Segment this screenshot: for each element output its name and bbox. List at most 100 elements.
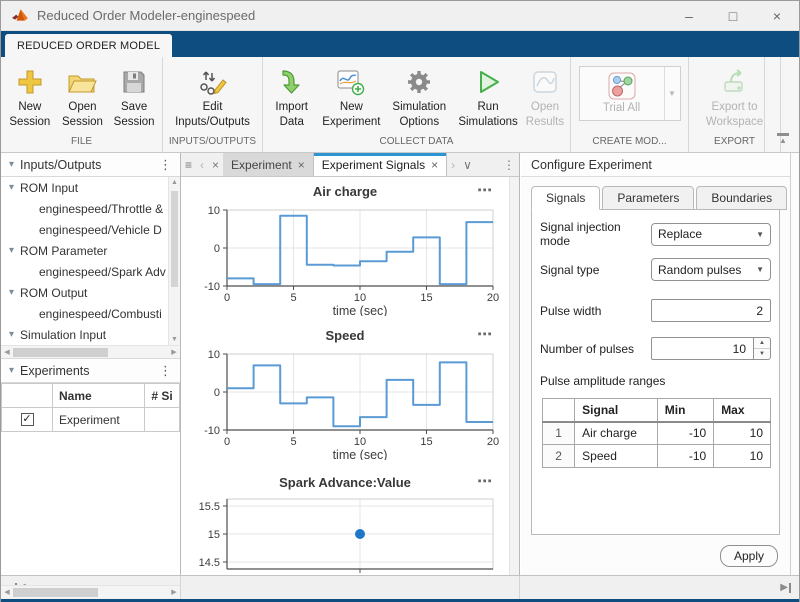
close-button[interactable]: × — [755, 1, 799, 30]
apply-button[interactable]: Apply — [720, 545, 778, 567]
tree-vertical-scrollbar[interactable]: ▲ ▼ — [168, 177, 180, 345]
maximize-button[interactable]: □ — [711, 1, 755, 30]
tab-scroll-right-icon[interactable]: › — [447, 153, 459, 176]
tab-boundaries[interactable]: Boundaries — [696, 186, 787, 210]
import-data-button[interactable]: Import Data — [267, 62, 316, 130]
chart-menu-button[interactable]: ⋯ — [477, 472, 493, 490]
scrollbar-thumb[interactable] — [171, 191, 178, 287]
field-label: Signal injection mode — [540, 220, 651, 248]
new-experiment-button[interactable]: New Experiment — [318, 62, 384, 130]
tab-close-icon[interactable]: × — [208, 153, 223, 176]
kebab-menu-icon[interactable]: ⋮ — [151, 157, 180, 173]
open-session-button[interactable]: Open Session — [57, 62, 109, 130]
signal-type-row: Signal type Random pulses ▼ — [540, 258, 771, 281]
collapse-caret-icon[interactable]: ▾ — [9, 159, 14, 170]
scroll-right-icon[interactable]: ▶ — [168, 588, 180, 596]
configure-experiment-title: Configure Experiment — [521, 153, 790, 177]
experiments-horizontal-scrollbar[interactable]: ◀ ▶ — [1, 585, 180, 598]
experiment-name-cell[interactable]: Experiment — [53, 408, 145, 432]
collapse-right-panel-icon[interactable]: ▶ — [780, 583, 791, 593]
minimize-button[interactable]: – — [667, 1, 711, 30]
scroll-down-icon[interactable]: ▼ — [169, 334, 180, 345]
collapse-ribbon-icon[interactable]: ▲ — [777, 133, 789, 144]
scrollbar-thumb[interactable] — [13, 348, 108, 357]
save-icon — [121, 69, 147, 95]
edit-io-icon — [198, 68, 228, 96]
group-label-file: FILE — [1, 136, 162, 152]
scrollbar-thumb[interactable] — [13, 588, 98, 597]
spinner-down-icon[interactable]: ▼ — [754, 349, 770, 359]
pulse-table-cell[interactable]: 10 — [714, 422, 771, 445]
run-simulations-button[interactable]: Run Simulations — [454, 62, 522, 130]
chart-menu-button[interactable]: ⋯ — [477, 325, 493, 343]
collapse-caret-icon[interactable]: ▾ — [9, 365, 14, 376]
folder-icon — [67, 69, 97, 95]
save-session-button[interactable]: Save Session — [110, 62, 158, 130]
kebab-menu-icon[interactable]: ⋮ — [499, 153, 519, 176]
tab-parameters[interactable]: Parameters — [602, 186, 694, 210]
svg-text:10: 10 — [208, 349, 220, 361]
tree-group-item[interactable]: ▾ROM Parameter — [1, 240, 180, 261]
svg-text:10: 10 — [354, 292, 366, 304]
inputs-outputs-header: ▾ Inputs/Outputs ⋮ — [1, 153, 180, 177]
kebab-menu-icon[interactable]: ⋮ — [151, 363, 180, 379]
tree-leaf-item[interactable]: enginespeed/Throttle & — [1, 198, 180, 219]
chevron-down-icon: ▼ — [756, 230, 764, 239]
document-tab-label: Experiment — [231, 158, 292, 172]
tab-signals[interactable]: Signals — [531, 186, 600, 210]
dropdown-value: Replace — [658, 227, 702, 241]
collapse-caret-icon[interactable]: ▾ — [9, 245, 14, 256]
experiments-column-header: # Si — [145, 384, 180, 408]
edit-inputs-outputs-button[interactable]: Edit Inputs/Outputs — [167, 62, 258, 130]
chart-menu-button[interactable]: ⋯ — [477, 181, 493, 199]
pulse-table-cell[interactable]: Speed — [575, 445, 658, 468]
pulse-table-column-header: Signal — [575, 399, 658, 422]
ribbon-tab-reduced-order-model[interactable]: REDUCED ORDER MODEL — [5, 34, 172, 57]
toolbar-group-file: New Session Open Session Save Session — [1, 57, 163, 152]
signal-type-dropdown[interactable]: Random pulses ▼ — [651, 258, 771, 281]
tree-item-label: ROM Output — [20, 286, 87, 300]
table-row: 1Air charge-1010 — [543, 422, 771, 445]
pulse-table-cell[interactable]: Air charge — [575, 422, 658, 445]
pulse-table-cell[interactable]: -10 — [657, 422, 713, 445]
scroll-left-icon[interactable]: ◀ — [1, 588, 13, 596]
collapse-caret-icon[interactable]: ▾ — [9, 182, 14, 193]
collapse-caret-icon[interactable]: ▾ — [9, 329, 14, 340]
pulse-table-cell[interactable]: -10 — [657, 445, 713, 468]
tree-group-item[interactable]: ▾ROM Input — [1, 177, 180, 198]
scroll-right-icon[interactable]: ▶ — [168, 348, 180, 356]
tree-horizontal-scrollbar[interactable]: ◀ ▶ — [1, 345, 180, 358]
tree-group-item[interactable]: ▾ ROM Output — [1, 282, 180, 303]
tree-leaf-item[interactable]: enginespeed/Vehicle D — [1, 219, 180, 240]
svg-text:-10: -10 — [204, 281, 220, 293]
tree-leaf-item[interactable]: enginespeed/Spark Adv — [1, 261, 180, 282]
matlab-logo-icon — [11, 8, 29, 24]
collapse-caret-icon[interactable]: ▾ — [9, 287, 14, 298]
tree-leaf-item[interactable]: enginespeed/Combusti — [1, 303, 180, 324]
scroll-left-icon[interactable]: ◀ — [1, 348, 13, 356]
tab-list-icon[interactable]: ∨ — [459, 153, 476, 176]
svg-text:0: 0 — [224, 436, 230, 448]
plus-icon — [16, 68, 44, 96]
pulse-width-input[interactable]: 2 — [651, 299, 771, 322]
simulation-options-button[interactable]: Simulation Options — [386, 62, 452, 130]
svg-text:time (sec): time (sec) — [333, 304, 388, 316]
tab-scroll-left-icon[interactable]: ‹ — [196, 153, 208, 176]
close-tab-icon[interactable]: × — [298, 158, 305, 172]
tab-menu-icon[interactable]: ≡ — [181, 153, 196, 176]
number-of-pulses-input[interactable]: 10 — [651, 337, 754, 360]
close-tab-icon[interactable]: × — [431, 158, 438, 172]
new-session-button[interactable]: New Session — [5, 62, 55, 130]
svg-text:15: 15 — [420, 292, 432, 304]
chart-speed: Speed ⋯ 05101520-10010time (sec) — [181, 328, 509, 465]
document-tab[interactable]: Experiment × — [223, 153, 314, 176]
spinner-up-icon[interactable]: ▲ — [754, 338, 770, 349]
experiment-checkbox[interactable]: ✓ — [21, 413, 34, 426]
scroll-up-icon[interactable]: ▲ — [169, 177, 180, 188]
tree-group-item[interactable]: ▾Simulation Input — [1, 324, 180, 345]
signal-injection-mode-dropdown[interactable]: Replace ▼ — [651, 223, 771, 246]
charts-vertical-scrollbar[interactable] — [509, 177, 519, 575]
app-window: Reduced Order Modeler-enginespeed – □ × … — [0, 0, 800, 602]
document-tab[interactable]: Experiment Signals× — [314, 153, 447, 176]
pulse-table-cell[interactable]: 10 — [714, 445, 771, 468]
